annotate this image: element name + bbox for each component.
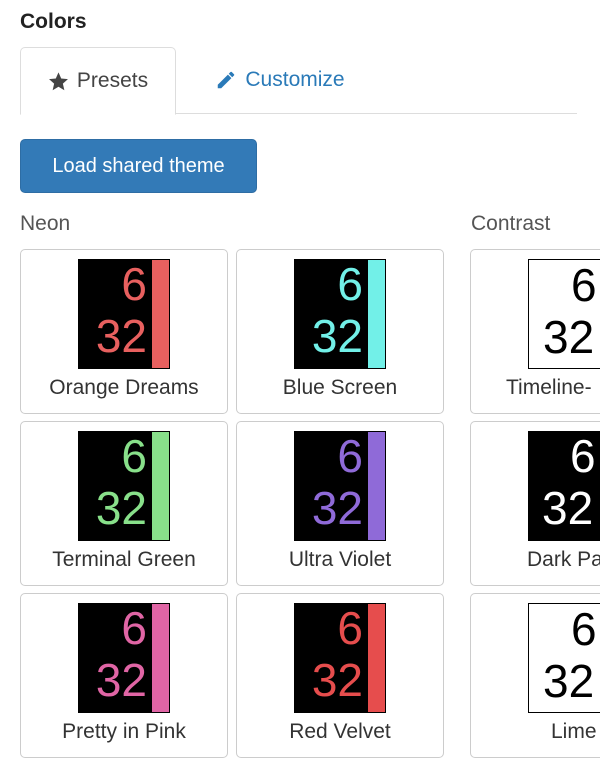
theme-preview: 6 32 <box>294 431 386 541</box>
preview-color-bar <box>152 432 169 540</box>
theme-card-orange-dreams[interactable]: 6 32 Orange Dreams <box>20 249 228 414</box>
preview-number-bottom: 32 <box>95 310 147 362</box>
preview-color-bar <box>368 432 385 540</box>
preview-number-top: 6 <box>337 259 363 310</box>
theme-preview: 6 32 <box>528 603 600 713</box>
preview-number-bottom: 32 <box>311 482 363 534</box>
preview-number-top: 6 <box>570 431 596 482</box>
theme-preview: 6 32 <box>294 259 386 369</box>
theme-name: Red Velvet <box>289 720 391 743</box>
theme-name: Blue Screen <box>282 376 398 399</box>
theme-name: Terminal Green <box>52 548 196 571</box>
tab-customize[interactable]: Customize <box>200 47 360 113</box>
preview-color-bar <box>368 260 385 368</box>
preview-number-top: 6 <box>337 603 363 654</box>
theme-preview: 6 32 <box>78 259 170 369</box>
preview-color-bar <box>152 260 169 368</box>
preview-number-top: 6 <box>571 259 597 311</box>
theme-card-red-velvet[interactable]: 6 32 Red Velvet <box>236 593 444 758</box>
theme-preview: 6 32 <box>78 431 170 541</box>
preview-number-top: 6 <box>571 603 597 655</box>
theme-name: Dark Pa <box>527 548 600 571</box>
theme-name: Pretty in Pink <box>62 720 186 743</box>
preview-number-bottom: 32 <box>542 482 594 534</box>
preview-number-bottom: 32 <box>311 310 363 362</box>
theme-name: Ultra Violet <box>288 548 392 571</box>
preview-number-bottom: 32 <box>543 311 595 363</box>
theme-preview: 6 32 <box>528 431 600 541</box>
theme-card-dark-pa[interactable]: 6 32 Dark Pa <box>470 421 600 586</box>
theme-card-lime[interactable]: 6 32 Lime <box>470 593 600 758</box>
preview-number-bottom: 32 <box>311 654 363 706</box>
theme-card-pretty-in-pink[interactable]: 6 32 Pretty in Pink <box>20 593 228 758</box>
preview-color-bar <box>368 604 385 712</box>
theme-tabs: Presets Customize <box>20 47 577 115</box>
preview-number-bottom: 32 <box>95 482 147 534</box>
tab-presets[interactable]: Presets <box>20 47 176 115</box>
theme-card-ultra-violet[interactable]: 6 32 Ultra Violet <box>236 421 444 586</box>
preview-number-bottom: 32 <box>543 655 595 707</box>
theme-preview: 6 32 <box>528 259 600 369</box>
section-title: Colors <box>20 10 87 33</box>
group-label-neon: Neon <box>20 212 71 235</box>
preview-number-top: 6 <box>121 431 147 482</box>
star-icon <box>48 71 69 92</box>
preview-number-top: 6 <box>337 431 363 482</box>
theme-name: Orange Dreams <box>49 376 199 399</box>
pencil-icon <box>215 69 237 91</box>
theme-card-blue-screen[interactable]: 6 32 Blue Screen <box>236 249 444 414</box>
colors-panel: Colors Presets Customize Load shared the… <box>0 0 600 778</box>
preview-number-top: 6 <box>121 259 147 310</box>
preview-number-top: 6 <box>121 603 147 654</box>
tab-presets-label: Presets <box>76 69 149 92</box>
theme-card-timeline[interactable]: 6 32 Timeline- <box>470 249 600 414</box>
theme-name: Timeline- <box>506 376 592 399</box>
theme-preview: 6 32 <box>294 603 386 713</box>
preview-color-bar <box>152 604 169 712</box>
load-shared-theme-button[interactable]: Load shared theme <box>20 139 257 193</box>
preview-number-bottom: 32 <box>95 654 147 706</box>
theme-name: Lime <box>551 720 597 743</box>
theme-preview: 6 32 <box>78 603 170 713</box>
theme-card-terminal-green[interactable]: 6 32 Terminal Green <box>20 421 228 586</box>
tab-customize-label: Customize <box>245 68 345 91</box>
group-label-contrast: Contrast <box>471 212 551 235</box>
